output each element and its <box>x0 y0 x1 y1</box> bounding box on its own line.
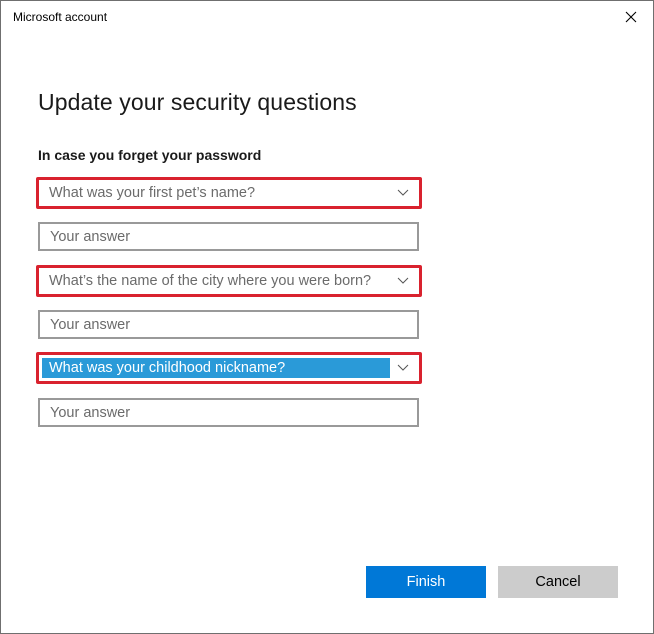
finish-button[interactable]: Finish <box>366 566 486 598</box>
cancel-button[interactable]: Cancel <box>498 566 618 598</box>
security-question-1-dropdown[interactable]: What was your first pet’s name? <box>42 183 416 203</box>
answer-placeholder: Your answer <box>50 316 131 333</box>
chevron-down-icon <box>390 358 416 378</box>
page-title: Update your security questions <box>38 89 357 115</box>
annotation-box-2: What’s the name of the city where you we… <box>36 265 422 297</box>
dialog-window: Microsoft account Update your security q… <box>0 0 654 634</box>
annotation-box-1: What was your first pet’s name? <box>36 177 422 209</box>
security-question-2-value: What’s the name of the city where you we… <box>49 273 372 289</box>
window-title: Microsoft account <box>13 10 108 24</box>
answer-placeholder: Your answer <box>50 404 131 421</box>
answer-placeholder: Your answer <box>50 228 131 245</box>
security-question-3-value: What was your childhood nickname? <box>42 358 390 378</box>
chevron-down-icon <box>390 271 416 291</box>
section-subheading: In case you forget your password <box>38 147 262 163</box>
security-question-1-value: What was your first pet’s name? <box>49 185 256 201</box>
close-icon <box>625 11 637 23</box>
security-question-2-dropdown[interactable]: What’s the name of the city where you we… <box>42 271 416 291</box>
close-button[interactable] <box>619 5 643 29</box>
annotation-box-3: What was your childhood nickname? <box>36 352 422 384</box>
security-answer-1-input[interactable]: Your answer <box>38 222 419 251</box>
security-answer-2-input[interactable]: Your answer <box>38 310 419 339</box>
security-question-3-dropdown[interactable]: What was your childhood nickname? <box>42 358 416 378</box>
chevron-down-icon <box>390 183 416 203</box>
security-answer-3-input[interactable]: Your answer <box>38 398 419 427</box>
